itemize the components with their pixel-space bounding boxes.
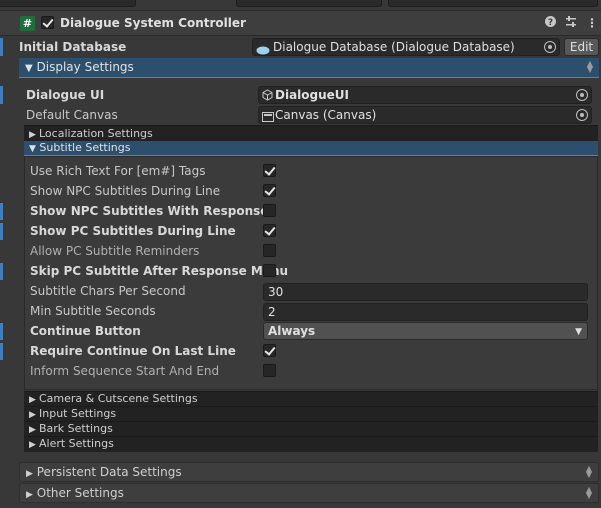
reorder-icon: ▲ ▼ [585, 464, 592, 479]
modified-marker [0, 343, 3, 360]
initial-database-value: Dialogue Database (Dialogue Database) [273, 40, 515, 54]
subtitle-settings-foldout[interactable]: ▼ Subtitle Settings [24, 141, 598, 156]
npc-subtitles-with-responses-checkbox[interactable] [263, 204, 276, 217]
foldout-arrow-icon: ▶ [29, 395, 36, 405]
help-icon[interactable]: ? [545, 16, 556, 30]
initial-database-label: Initial Database [19, 40, 127, 54]
npc-subtitles-with-responses-label: Show NPC Subtitles With Responses [30, 204, 276, 218]
other-settings-label: Other Settings [36, 486, 124, 500]
presets-icon[interactable] [565, 16, 577, 31]
svg-text:?: ? [548, 18, 553, 27]
modified-marker [0, 38, 3, 56]
skip-pc-subtitle-checkbox[interactable] [263, 264, 276, 277]
persistent-data-foldout[interactable]: ▶ Persistent Data Settings ▲ ▼ [19, 462, 599, 482]
npc-subtitles-during-line-label: Show NPC Subtitles During Line [30, 184, 221, 198]
object-picker-icon[interactable] [544, 41, 556, 53]
min-subtitle-seconds-label: Min Subtitle Seconds [30, 304, 156, 318]
default-canvas-field[interactable]: Canvas (Canvas) [258, 106, 592, 124]
pc-subtitles-during-line-checkbox[interactable] [263, 224, 276, 237]
bark-settings-foldout[interactable]: ▶ Bark Settings [24, 421, 598, 437]
alert-settings-foldout[interactable]: ▶ Alert Settings [24, 436, 598, 452]
dialogue-ui-field[interactable]: DialogueUI [258, 86, 592, 104]
component-header[interactable]: # Dialogue System Controller ? ⋮ [0, 10, 601, 36]
top-strip [0, 0, 601, 7]
bark-settings-label: Bark Settings [39, 422, 113, 435]
npc-subtitles-during-line-checkbox[interactable] [263, 184, 276, 197]
display-settings-foldout[interactable]: ▼ Display Settings ▲ ▼ [19, 58, 599, 78]
continue-button-dropdown[interactable]: Always ▼ [263, 322, 588, 340]
pc-subtitles-during-line-label: Show PC Subtitles During Line [30, 224, 236, 238]
foldout-arrow-icon: ▶ [29, 410, 36, 420]
rich-text-checkbox[interactable] [263, 164, 276, 177]
camera-cutscene-foldout[interactable]: ▶ Camera & Cutscene Settings [24, 391, 598, 407]
object-picker-icon[interactable] [576, 89, 588, 101]
continue-button-label: Continue Button [30, 324, 141, 338]
allow-pc-reminders-checkbox[interactable] [263, 244, 276, 257]
canvas-icon [262, 110, 274, 123]
script-icon: # [20, 16, 35, 31]
localization-settings-label: Localization Settings [39, 127, 153, 140]
chars-per-second-input[interactable]: 30 [263, 283, 588, 301]
camera-cutscene-label: Camera & Cutscene Settings [39, 392, 198, 405]
persistent-data-label: Persistent Data Settings [36, 465, 182, 479]
default-canvas-value: Canvas (Canvas) [275, 108, 377, 122]
modified-marker [0, 203, 3, 220]
default-canvas-label: Default Canvas [26, 108, 118, 122]
initial-database-field[interactable]: Dialogue Database (Dialogue Database) [252, 38, 560, 56]
skip-pc-subtitle-label: Skip PC Subtitle After Response Menu [30, 264, 289, 278]
prefab-icon [262, 89, 273, 103]
foldout-arrow-icon: ▼ [29, 144, 36, 154]
other-settings-foldout[interactable]: ▶ Other Settings ▲ ▼ [19, 483, 599, 503]
dialogue-ui-value: DialogueUI [275, 88, 350, 102]
foldout-arrow-icon: ▶ [29, 425, 36, 435]
foldout-arrow-icon: ▼ [25, 63, 33, 74]
reorder-icon: ▲ ▼ [585, 485, 592, 500]
modified-marker [0, 263, 3, 280]
continue-button-value: Always [268, 324, 316, 338]
subtitle-settings-label: Subtitle Settings [39, 141, 131, 154]
reorder-icon: ▲ ▼ [586, 59, 593, 74]
input-settings-label: Input Settings [39, 407, 117, 420]
object-picker-icon[interactable] [576, 109, 588, 121]
component-enabled-checkbox[interactable] [41, 16, 54, 29]
inform-sequence-label: Inform Sequence Start And End [30, 364, 220, 378]
component-title: Dialogue System Controller [60, 16, 246, 30]
allow-pc-reminders-label: Allow PC Subtitle Reminders [30, 244, 200, 258]
display-settings-label: Display Settings [36, 60, 134, 74]
min-subtitle-seconds-input[interactable]: 2 [263, 303, 588, 321]
database-icon [256, 43, 270, 55]
chars-per-second-label: Subtitle Chars Per Second [30, 284, 186, 298]
kebab-menu-icon[interactable]: ⋮ [586, 16, 598, 30]
inform-sequence-checkbox[interactable] [263, 364, 276, 377]
dialogue-ui-label: Dialogue UI [26, 88, 105, 102]
input-settings-foldout[interactable]: ▶ Input Settings [24, 406, 598, 422]
require-continue-checkbox[interactable] [263, 344, 276, 357]
foldout-arrow-icon: ▶ [26, 490, 33, 500]
foldout-arrow-icon: ▶ [29, 440, 36, 450]
edit-button[interactable]: Edit [564, 38, 599, 56]
require-continue-label: Require Continue On Last Line [30, 344, 236, 358]
foldout-arrow-icon: ▶ [26, 469, 33, 479]
modified-marker [0, 223, 3, 240]
alert-settings-label: Alert Settings [39, 437, 114, 450]
modified-marker [0, 86, 3, 104]
rich-text-label: Use Rich Text For [em#] Tags [30, 164, 206, 178]
modified-marker [0, 323, 3, 340]
dropdown-arrow-icon: ▼ [575, 327, 582, 337]
